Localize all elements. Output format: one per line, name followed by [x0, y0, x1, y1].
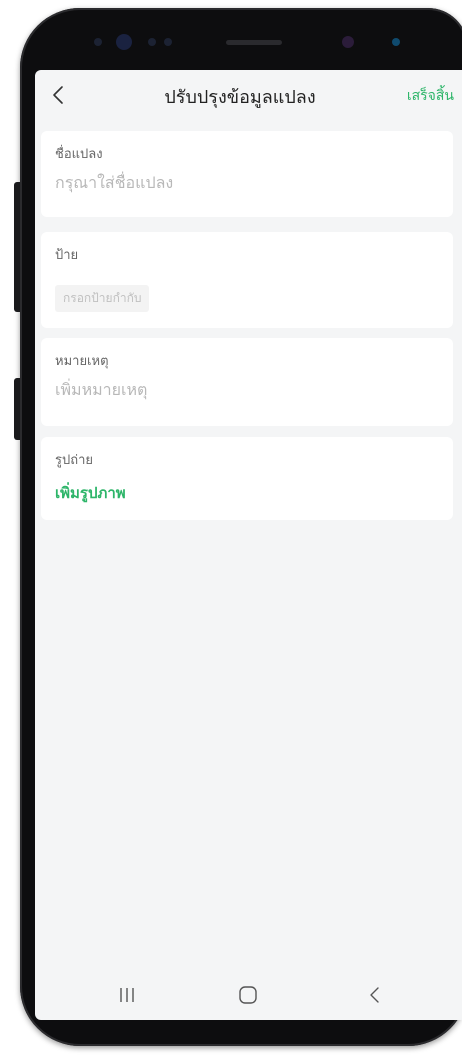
earpiece-speaker: [226, 40, 282, 45]
note-card: หมายเหตุ: [41, 338, 453, 426]
tag-label: ป้าย: [55, 248, 79, 263]
recents-button[interactable]: [107, 980, 147, 1010]
note-input[interactable]: [55, 376, 435, 402]
nav-back-button[interactable]: [355, 980, 395, 1010]
app-screen: ปรับปรุงข้อมูลแปลง เสร็จสิ้น ชื่อแปลง ป้…: [35, 70, 462, 1020]
front-camera-icon: [342, 36, 354, 48]
home-icon: [239, 986, 257, 1004]
home-button[interactable]: [228, 980, 268, 1010]
app-header: ปรับปรุงข้อมูลแปลง เสร็จสิ้น: [35, 70, 462, 122]
tag-card: ป้าย กรอกป้ายกำกับ: [41, 232, 453, 328]
back-button[interactable]: [43, 80, 73, 110]
note-label: หมายเหตุ: [55, 354, 109, 369]
led-indicator: [392, 38, 400, 46]
photo-card: รูปถ่าย เพิ่มรูปภาพ: [41, 437, 453, 520]
done-button[interactable]: เสร็จสิ้น: [407, 85, 454, 107]
add-photo-button[interactable]: เพิ่มรูปภาพ: [55, 481, 126, 505]
system-nav-bar: [35, 970, 462, 1020]
nav-back-icon: [370, 987, 379, 1003]
plot-name-card: ชื่อแปลง: [41, 131, 453, 217]
light-sensor: [164, 38, 172, 46]
recents-icon: [120, 988, 134, 1002]
phone-bottom-bezel: [20, 1023, 462, 1046]
page-title: ปรับปรุงข้อมูลแปลง: [164, 87, 316, 108]
tag-input-chip[interactable]: กรอกป้ายกำกับ: [55, 285, 150, 312]
plot-name-label: ชื่อแปลง: [55, 147, 103, 162]
chevron-left-icon: [53, 86, 63, 104]
iris-sensor: [148, 38, 156, 46]
plot-name-input[interactable]: [55, 169, 435, 195]
front-camera-lens: [116, 34, 132, 50]
bixby-button: [14, 378, 20, 440]
photo-label: รูปถ่าย: [55, 453, 94, 468]
phone-top-bezel: [20, 8, 462, 72]
volume-button: [14, 182, 20, 312]
proximity-sensor: [94, 38, 102, 46]
